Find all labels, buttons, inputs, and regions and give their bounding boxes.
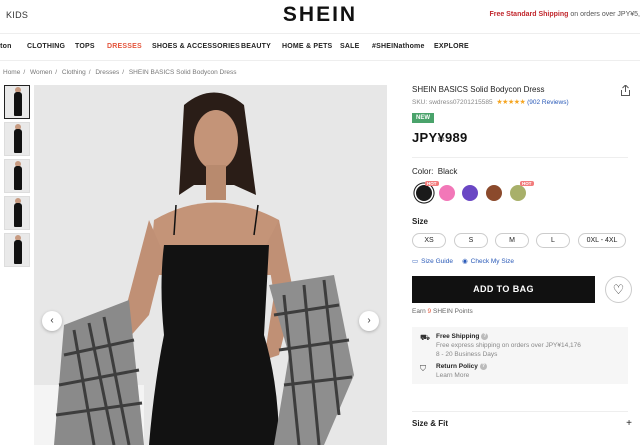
hot-badge: HOT [520, 181, 534, 186]
learn-more-link[interactable]: Learn More [436, 372, 469, 379]
swatch-olive[interactable] [510, 185, 526, 201]
nav-item-beauty[interactable]: BEAUTY [241, 43, 271, 50]
nav-item-home-pets[interactable]: HOME & PETS [282, 43, 332, 50]
next-image-button[interactable]: › [359, 311, 379, 331]
main-product-image[interactable]: ‹ › [34, 85, 387, 445]
ruler-icon: ▭ [412, 258, 419, 265]
breadcrumb-dresses[interactable]: Dresses [95, 69, 119, 76]
reviews-link[interactable]: (902 Reviews) [527, 99, 569, 106]
wishlist-button[interactable]: ♡ [605, 276, 632, 303]
top-bar: KIDS SHEIN Free Standard Shipping on ord… [0, 0, 640, 33]
prev-image-button[interactable]: ‹ [42, 311, 62, 331]
size-options: XS S M L 0XL - 4XL [412, 233, 640, 249]
category-nav: lton CLOTHING TOPS DRESSES SHOES & ACCES… [0, 33, 640, 61]
points-text: Earn 9 SHEIN Points [412, 308, 640, 315]
nav-item-explore[interactable]: EXPLORE [434, 43, 469, 50]
add-to-bag-row: ADD TO BAG ♡ [412, 276, 640, 304]
swatch-brown[interactable] [486, 185, 502, 201]
check-my-size-text: Check My Size [470, 258, 515, 265]
color-label: Color: Black [412, 167, 640, 176]
nav-item-lton[interactable]: lton [0, 43, 12, 50]
thumbnail-list [4, 85, 30, 270]
size-l[interactable]: L [536, 233, 570, 248]
check-my-size-link[interactable]: ◉ Check My Size [462, 258, 514, 265]
swatch-pink[interactable] [439, 185, 455, 201]
product-title: SHEIN BASICS Solid Bodycon Dress [412, 85, 545, 94]
size-fit-section[interactable]: Size & Fit + [412, 418, 632, 429]
swatch-black[interactable] [416, 185, 432, 201]
size-s[interactable]: S [454, 233, 488, 248]
breadcrumb-home[interactable]: Home [3, 69, 20, 76]
nav-item-sheinathome[interactable]: #SHEINathome [372, 43, 425, 50]
color-value: Black [437, 167, 458, 176]
nav-item-dresses[interactable]: DRESSES [107, 43, 142, 50]
nav-item-sale[interactable]: SALE [340, 43, 359, 50]
thumbnail[interactable] [4, 122, 30, 156]
chevron-right-icon: › [367, 315, 371, 326]
size-guide-text: Size Guide [421, 258, 453, 265]
help-icon[interactable]: ? [479, 363, 487, 370]
return-policy-text: Return Policy [436, 363, 478, 371]
return-policy-title: Return Policy? [436, 363, 487, 370]
help-icon[interactable]: ? [481, 333, 489, 340]
size-0xl-4xl[interactable]: 0XL - 4XL [578, 233, 626, 248]
sku: SKU: swdress07201215585 [412, 99, 493, 106]
size-fit-title: Size & Fit [412, 419, 449, 428]
price: JPY¥989 [412, 130, 468, 145]
breadcrumb: Home / Women / Clothing / Dresses / SHEIN BA… [3, 69, 237, 76]
promo-highlight: Free Standard Shipping [489, 11, 569, 18]
breadcrumb-women[interactable]: Women [30, 69, 52, 76]
size-label: Size [412, 217, 429, 226]
size-xs[interactable]: XS [412, 233, 446, 248]
thumbnail[interactable] [4, 85, 30, 119]
nav-item-shoes-accessories[interactable]: SHOES & ACCESSORIES [152, 43, 240, 50]
promo-text: on orders over JPY¥5, [568, 11, 640, 18]
shipping-promo[interactable]: Free Standard Shipping on orders over JP… [489, 11, 640, 18]
points-suffix: SHEIN Points [431, 308, 473, 315]
breadcrumb-current: SHEIN BASICS Solid Bodycon Dress [128, 69, 237, 76]
thumbnail[interactable] [4, 233, 30, 267]
size-check-icon: ◉ [461, 258, 468, 265]
thumbnail[interactable] [4, 196, 30, 230]
plus-icon: + [626, 418, 632, 429]
sku-row: SKU: swdress07201215585 ★★★★★ (902 Revie… [412, 98, 640, 106]
breadcrumb-clothing[interactable]: Clothing [62, 69, 86, 76]
size-m[interactable]: M [495, 233, 529, 248]
add-to-bag-button[interactable]: ADD TO BAG [412, 276, 595, 303]
hot-badge: HOT [425, 181, 439, 186]
shipping-info-box: ⛟ Free Shipping? Free express shipping o… [412, 327, 628, 384]
free-shipping-text: Free Shipping [436, 333, 480, 341]
divider [412, 157, 628, 158]
model-photo [34, 85, 387, 445]
swatch-purple[interactable] [462, 185, 478, 201]
new-badge: NEW [412, 113, 434, 123]
nav-item-clothing[interactable]: CLOTHING [27, 43, 65, 50]
heart-icon: ♡ [612, 282, 625, 297]
free-shipping-title: Free Shipping? [436, 333, 489, 341]
shipping-desc: Free express shipping on orders over JPY… [436, 342, 581, 349]
size-help-row: ▭ Size Guide ◉ Check My Size [412, 257, 640, 265]
points-prefix: Earn [412, 308, 428, 315]
color-label-text: Color: [412, 167, 434, 176]
color-swatches: HOT HOT [412, 181, 640, 203]
chevron-left-icon: ‹ [50, 315, 54, 326]
thumbnail[interactable] [4, 159, 30, 193]
nav-item-tops[interactable]: TOPS [75, 43, 95, 50]
divider [412, 411, 628, 412]
shield-icon: ⛉ [420, 364, 426, 373]
product-info-panel: SHEIN BASICS Solid Bodycon Dress SKU: sw… [412, 85, 640, 384]
rating-stars: ★★★★★ [496, 99, 526, 106]
size-guide-link[interactable]: ▭ Size Guide [412, 258, 453, 265]
truck-icon: ⛟ [420, 333, 431, 342]
shipping-days: 8 - 20 Business Days [436, 351, 498, 358]
